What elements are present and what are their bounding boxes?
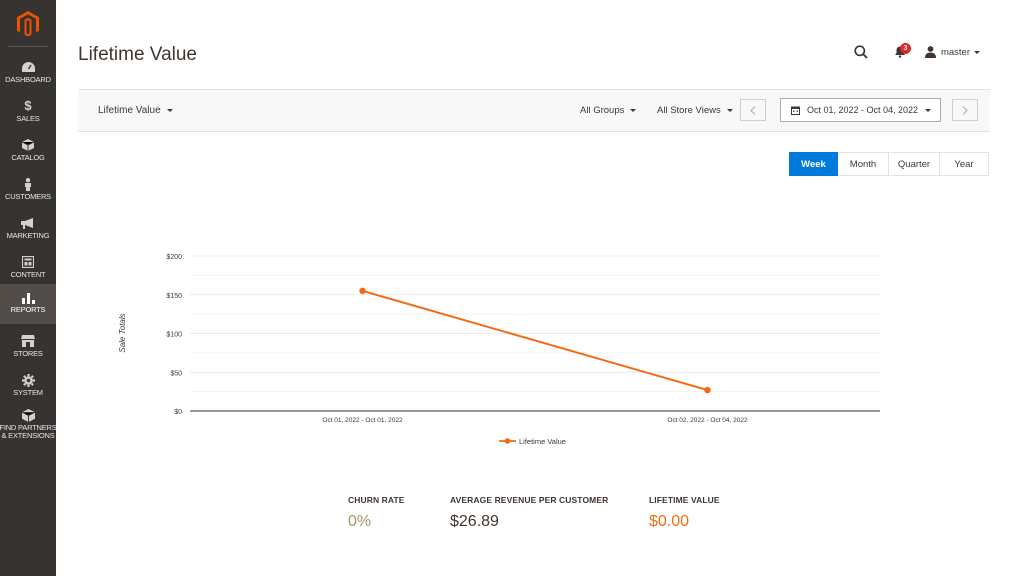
data-point[interactable] bbox=[359, 287, 366, 295]
period-switch: Week Month Quarter Year bbox=[789, 152, 989, 176]
lifetime-value-chart: $0 $50 $100 $150 $200 Oct 01, 2022 - Oct 01,… bbox=[118, 254, 880, 446]
x-tick-label: Oct 02, 2022 - Oct 04, 2022 bbox=[667, 417, 748, 424]
sidebar-item-label: SYSTEM bbox=[13, 388, 43, 397]
report-type-value: Lifetime Value bbox=[98, 105, 161, 116]
search-icon bbox=[854, 45, 868, 59]
user-name: master bbox=[940, 46, 970, 58]
magento-logo[interactable] bbox=[0, 0, 56, 48]
y-tick-label: $100 bbox=[166, 332, 182, 339]
metric-value: $0.00 bbox=[649, 513, 690, 530]
sidebar-item-find-partners[interactable]: FIND PARTNERS & EXTENSIONS bbox=[0, 404, 57, 448]
store-views-value: All Store Views bbox=[657, 105, 721, 116]
notification-count-badge: 3 bbox=[899, 43, 911, 54]
dashboard-icon bbox=[21, 60, 35, 74]
sidebar-item-label-line2: & EXTENSIONS bbox=[1, 431, 55, 440]
store-icon bbox=[21, 334, 35, 348]
date-range-value: Oct 01, 2022 - Oct 04, 2022 bbox=[807, 105, 919, 115]
cube-icon bbox=[21, 138, 35, 152]
chevron-down-icon bbox=[166, 109, 173, 112]
average-revenue-metric: AVERAGE REVENUE PER CUSTOMER $26.89 bbox=[450, 495, 608, 531]
customer-groups-value: All Groups bbox=[580, 105, 625, 116]
sidebar-item-stores[interactable]: STORES bbox=[0, 330, 56, 369]
sidebar-item-label: CUSTOMERS bbox=[5, 192, 51, 201]
gear-icon bbox=[21, 373, 35, 387]
store-views-select[interactable]: All Store Views bbox=[657, 90, 733, 131]
sidebar-item-label: STORES bbox=[13, 349, 43, 358]
chevron-down-icon bbox=[726, 109, 733, 112]
y-tick-label: $150 bbox=[166, 293, 182, 300]
sidebar-item-sales[interactable]: $ SALES bbox=[0, 95, 56, 134]
metric-label: LIFETIME VALUE bbox=[649, 495, 720, 505]
chevron-down-icon bbox=[630, 109, 637, 112]
x-tick-label: Oct 01, 2022 - Oct 01, 2022 bbox=[322, 417, 403, 424]
sidebar-item-label: SALES bbox=[16, 114, 40, 123]
sidebar-item-system[interactable]: SYSTEM bbox=[0, 369, 56, 408]
period-week-button[interactable]: Week bbox=[789, 152, 838, 176]
y-tick-label: $200 bbox=[166, 254, 182, 261]
metric-value: 0% bbox=[348, 513, 372, 530]
admin-sidebar: DASHBOARD $ SALES CATALOG CUSTOMERS MARK… bbox=[0, 0, 57, 576]
legend-label: Lifetime Value bbox=[519, 437, 566, 446]
customer-groups-select[interactable]: All Groups bbox=[580, 90, 637, 131]
period-month-button[interactable]: Month bbox=[838, 152, 889, 176]
sidebar-item-reports[interactable]: REPORTS bbox=[0, 284, 56, 324]
user-account-menu[interactable]: master bbox=[924, 46, 980, 58]
chevron-down-icon bbox=[974, 50, 980, 54]
period-quarter-button[interactable]: Quarter bbox=[889, 152, 940, 176]
metric-value: $26.89 bbox=[450, 513, 499, 530]
dollar-icon: $ bbox=[24, 98, 32, 113]
y-tick-label: $50 bbox=[170, 370, 182, 377]
sidebar-item-catalog[interactable]: CATALOG bbox=[0, 134, 56, 173]
chevron-right-icon bbox=[962, 105, 968, 115]
metric-label: AVERAGE REVENUE PER CUSTOMER bbox=[450, 495, 609, 505]
y-axis-label: Sale Totals bbox=[118, 313, 127, 352]
bar-chart-icon bbox=[21, 290, 35, 304]
period-year-button[interactable]: Year bbox=[940, 152, 989, 176]
lifetime-value-metric: LIFETIME VALUE $0.00 bbox=[649, 495, 720, 531]
y-tick-label: $0 bbox=[174, 409, 182, 416]
chevron-down-icon bbox=[925, 109, 931, 112]
global-search-button[interactable] bbox=[851, 42, 871, 62]
sidebar-item-label: DASHBOARD bbox=[5, 75, 51, 84]
notifications-button[interactable]: 3 bbox=[889, 42, 911, 62]
layout-icon bbox=[21, 255, 35, 269]
sidebar-item-marketing[interactable]: MARKETING bbox=[0, 212, 56, 251]
metric-label: CHURN RATE bbox=[348, 495, 405, 505]
sidebar-item-label: CONTENT bbox=[10, 270, 46, 279]
previous-period-button[interactable] bbox=[740, 99, 766, 121]
legend-marker bbox=[504, 438, 511, 444]
next-period-button[interactable] bbox=[952, 99, 978, 121]
calendar-icon bbox=[791, 106, 800, 115]
chart-legend: Lifetime Value bbox=[499, 437, 566, 446]
partners-icon bbox=[21, 408, 35, 422]
chevron-left-icon bbox=[750, 105, 756, 115]
report-toolbar: Lifetime Value All Groups All Store View… bbox=[78, 89, 990, 132]
data-point[interactable] bbox=[704, 386, 711, 394]
user-icon bbox=[924, 46, 936, 58]
date-range-picker[interactable]: Oct 01, 2022 - Oct 04, 2022 bbox=[780, 98, 941, 122]
sidebar-item-customers[interactable]: CUSTOMERS bbox=[0, 173, 56, 212]
header-actions: 3 master bbox=[851, 42, 980, 62]
sidebar-item-dashboard[interactable]: DASHBOARD bbox=[0, 56, 56, 95]
logo-divider bbox=[8, 46, 48, 47]
churn-rate-metric: CHURN RATE 0% bbox=[348, 495, 405, 531]
series-line bbox=[362, 289, 708, 392]
report-type-select[interactable]: Lifetime Value bbox=[98, 90, 173, 131]
megaphone-icon bbox=[21, 216, 35, 230]
page-title: Lifetime Value bbox=[78, 44, 197, 65]
sidebar-item-label: MARKETING bbox=[6, 231, 50, 240]
sidebar-item-label: CATALOG bbox=[11, 153, 45, 162]
sidebar-item-label: REPORTS bbox=[10, 305, 46, 314]
magento-logo-icon bbox=[17, 11, 39, 37]
person-icon bbox=[21, 177, 35, 191]
